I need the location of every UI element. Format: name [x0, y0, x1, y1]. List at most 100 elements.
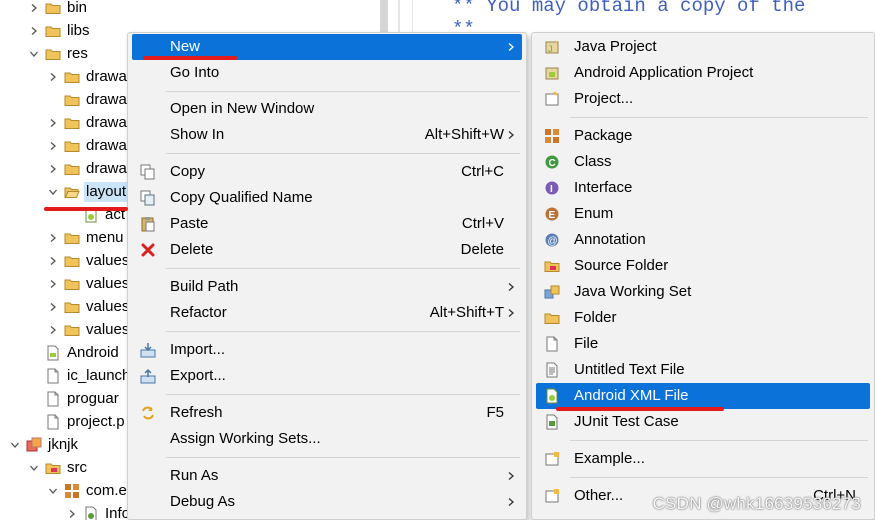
code-editor[interactable]: ** You may obtain a copy of the ** — [430, 0, 875, 40]
menu-item-label: Java Working Set — [574, 283, 692, 300]
android-app-project-icon — [544, 65, 560, 81]
menu-item-refresh[interactable]: Refresh F5 — [132, 400, 522, 426]
java-file-icon — [83, 506, 99, 520]
menu-item-label: Show In — [170, 126, 225, 143]
menu-item-android-xml-file[interactable]: Android XML File — [536, 383, 870, 409]
svg-text:J: J — [548, 44, 553, 54]
expand-chevron-icon[interactable] — [46, 139, 60, 153]
folder-icon — [64, 92, 80, 108]
menu-item-folder[interactable]: Folder — [536, 305, 870, 331]
tree-item-label: res — [67, 44, 88, 62]
menu-item-copy[interactable]: Copy Ctrl+C — [132, 159, 522, 185]
svg-text:@: @ — [548, 236, 558, 247]
code-line: ** You may obtain a copy of the — [452, 0, 806, 17]
tree-item-label: drawa — [86, 136, 127, 154]
menu-item-label: Folder — [574, 309, 617, 326]
menu-item-export[interactable]: Export... — [132, 363, 522, 389]
paste-icon — [140, 216, 156, 232]
menu-item-debug-as[interactable]: Debug As — [132, 489, 522, 515]
menu-item-copy-qualified-name[interactable]: Copy Qualified Name — [132, 185, 522, 211]
folder-icon — [45, 46, 61, 62]
copy-icon — [140, 164, 156, 180]
menu-item-label: File — [574, 335, 599, 352]
folder-icon — [64, 276, 80, 292]
tree-item-label: proguar — [67, 389, 119, 407]
menu-item-label: Example... — [574, 450, 645, 467]
menu-item-annotation[interactable]: @ Annotation — [536, 227, 870, 253]
menu-item-open-in-new-window[interactable]: Open in New Window — [132, 96, 522, 122]
menu-item-go-into[interactable]: Go Into — [132, 60, 522, 86]
submenu-arrow-icon — [506, 122, 516, 148]
menu-item-junit-test-case[interactable]: JUnit Test Case — [536, 409, 870, 435]
menu-item-label: Java Project — [574, 38, 657, 55]
menu-separator — [166, 153, 520, 154]
menu-item-package[interactable]: Package — [536, 123, 870, 149]
expand-chevron-icon[interactable] — [46, 162, 60, 176]
menu-separator — [570, 477, 868, 478]
menu-item-enum[interactable]: E Enum — [536, 201, 870, 227]
expand-chevron-icon[interactable] — [46, 323, 60, 337]
annotation-underline-android-xml — [556, 407, 724, 411]
collapse-chevron-icon[interactable] — [46, 484, 60, 498]
folder-icon — [64, 138, 80, 154]
menu-item-run-as[interactable]: Run As — [132, 463, 522, 489]
menu-item-delete[interactable]: Delete Delete — [132, 237, 522, 263]
menu-item-java-working-set[interactable]: Java Working Set — [536, 279, 870, 305]
menu-item-project[interactable]: Project... — [536, 86, 870, 112]
collapse-chevron-icon[interactable] — [27, 461, 41, 475]
tree-item-label: Android — [67, 343, 119, 361]
tree-item-label: jknjk — [48, 435, 79, 453]
menu-item-build-path[interactable]: Build Path — [132, 274, 522, 300]
expand-chevron-icon[interactable] — [46, 116, 60, 130]
folder-icon — [64, 69, 80, 85]
menu-item-label: Source Folder — [574, 257, 669, 274]
copy-qualified-icon — [140, 190, 156, 206]
tree-item-label: com.e — [86, 481, 127, 499]
menu-item-android-application-project[interactable]: Android Application Project — [536, 60, 870, 86]
menu-item-label: Paste — [170, 215, 209, 232]
expand-chevron-icon[interactable] — [46, 300, 60, 314]
menu-item-refactor[interactable]: Refactor Alt+Shift+T — [132, 300, 522, 326]
expand-chevron-icon[interactable] — [46, 70, 60, 84]
menu-item-class[interactable]: C Class — [536, 149, 870, 175]
svg-text:E: E — [549, 210, 556, 221]
tree-item-label: src — [67, 458, 87, 476]
file-icon — [45, 368, 61, 384]
collapse-chevron-icon[interactable] — [27, 47, 41, 61]
menu-item-label: Annotation — [574, 231, 646, 248]
text-file-icon — [544, 362, 560, 378]
expand-chevron-icon[interactable] — [27, 1, 41, 15]
folder-icon — [64, 322, 80, 338]
menu-item-file[interactable]: File — [536, 331, 870, 357]
expand-chevron-icon[interactable] — [46, 231, 60, 245]
menu-item-label: Enum — [574, 205, 614, 222]
menu-item-label: Android XML File — [574, 387, 689, 404]
svg-text:C: C — [549, 158, 556, 169]
menu-item-untitled-text-file[interactable]: Untitled Text File — [536, 357, 870, 383]
menu-item-import[interactable]: Import... — [132, 337, 522, 363]
collapse-chevron-icon[interactable] — [8, 438, 22, 452]
menu-item-example[interactable]: Example... — [536, 446, 870, 472]
expand-chevron-icon[interactable] — [46, 277, 60, 291]
menu-item-show-in[interactable]: Show In Alt+Shift+W — [132, 122, 522, 148]
expand-chevron-icon[interactable] — [65, 507, 79, 520]
expand-chevron-icon[interactable] — [27, 24, 41, 38]
collapse-chevron-icon[interactable] — [46, 185, 60, 199]
android-project-icon — [26, 437, 42, 453]
menu-item-java-project[interactable]: J Java Project — [536, 34, 870, 60]
menu-item-shortcut: Ctrl+C — [461, 163, 504, 180]
menu-item-paste[interactable]: Paste Ctrl+V — [132, 211, 522, 237]
tree-item-label: drawa — [86, 113, 127, 131]
source-folder-icon — [544, 258, 560, 274]
annotation-underline-new — [143, 56, 237, 60]
menu-item-assign-working-sets[interactable]: Assign Working Sets... — [132, 426, 522, 452]
tree-item-label: drawa — [86, 159, 127, 177]
menu-item-interface[interactable]: I Interface — [536, 175, 870, 201]
menu-item-shortcut: Ctrl+V — [461, 215, 504, 232]
menu-item-source-folder[interactable]: Source Folder — [536, 253, 870, 279]
expand-chevron-icon[interactable] — [46, 254, 60, 268]
tree-item[interactable]: bin — [0, 0, 380, 19]
delete-icon — [140, 242, 156, 258]
